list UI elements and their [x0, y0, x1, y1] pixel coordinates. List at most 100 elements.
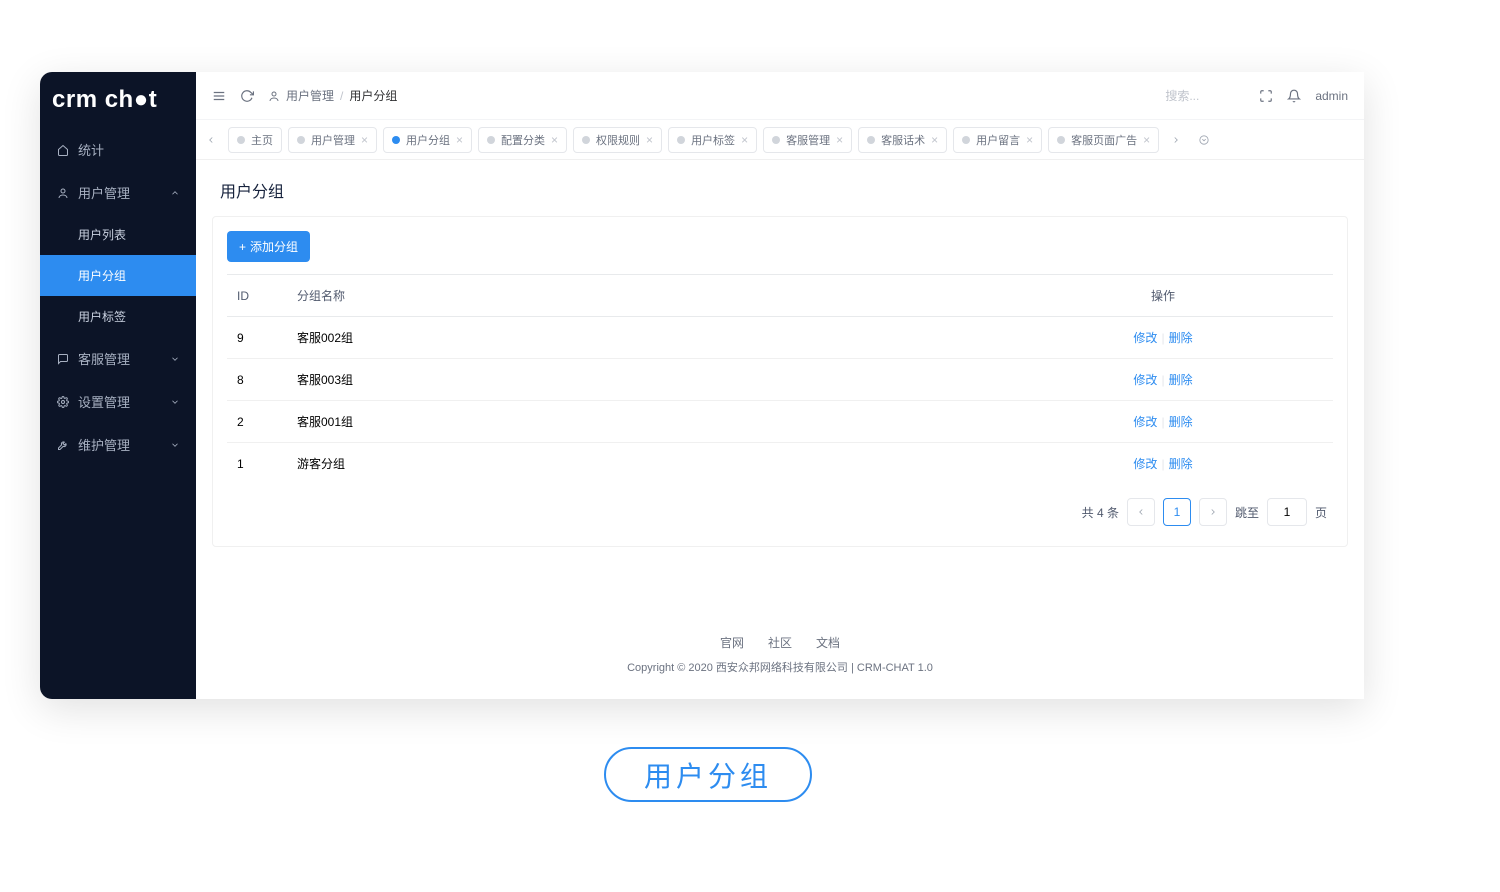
- sidebar-item-service[interactable]: 客服管理: [40, 337, 196, 380]
- pagination: 共 4 条 1 跳至 页: [227, 484, 1333, 532]
- tab-label: 用户留言: [976, 132, 1020, 148]
- tab-dot-icon: [582, 136, 590, 144]
- sidebar-item-users[interactable]: 用户管理: [40, 171, 196, 214]
- tab-close-icon[interactable]: ×: [456, 133, 463, 147]
- copyright: Copyright © 2020 西安众邦网络科技有限公司 | CRM-CHAT…: [196, 659, 1364, 675]
- breadcrumb-parent[interactable]: 用户管理: [286, 87, 334, 104]
- delete-link[interactable]: 删除: [1169, 457, 1193, 471]
- op-sep: |: [1161, 415, 1164, 429]
- sidebar-item-user-groups[interactable]: 用户分组: [40, 255, 196, 296]
- cell-name: 客服003组: [287, 359, 993, 401]
- tab-close-icon[interactable]: ×: [361, 133, 368, 147]
- sidebar-item-settings[interactable]: 设置管理: [40, 380, 196, 423]
- footer-link-community[interactable]: 社区: [768, 634, 792, 651]
- home-icon: [56, 143, 70, 157]
- fullscreen-icon[interactable]: [1259, 89, 1273, 103]
- tab-label: 用户分组: [406, 132, 450, 148]
- table-row: 9客服002组修改|删除: [227, 317, 1333, 359]
- tab-close-icon[interactable]: ×: [1143, 133, 1150, 147]
- tab-close-icon[interactable]: ×: [741, 133, 748, 147]
- chevron-down-icon: [170, 354, 180, 364]
- cell-op: 修改 | 删除: [993, 401, 1333, 443]
- tab-close-icon[interactable]: ×: [931, 133, 938, 147]
- footer-link-docs[interactable]: 文档: [816, 634, 840, 651]
- delete-link[interactable]: 删除: [1169, 415, 1193, 429]
- refresh-icon[interactable]: [240, 89, 254, 103]
- tab-close-icon[interactable]: ×: [836, 133, 843, 147]
- bell-icon[interactable]: [1287, 89, 1301, 103]
- tab-5[interactable]: 用户标签 ×: [668, 127, 757, 153]
- tab-6[interactable]: 客服管理 ×: [763, 127, 852, 153]
- sidebar-menu: 统计 用户管理 用户列表 用户分组 用户标签 客服管理: [40, 128, 196, 466]
- tab-dot-icon: [392, 136, 400, 144]
- cell-op: 修改 | 删除: [993, 317, 1333, 359]
- tab-close-icon[interactable]: ×: [646, 133, 653, 147]
- page-title: 用户分组: [196, 160, 1364, 212]
- tab-7[interactable]: 客服话术×: [858, 127, 947, 153]
- tab-dropdown-icon[interactable]: [1193, 126, 1215, 154]
- tab-label: 客服页面广告: [1071, 132, 1137, 148]
- tab-dot-icon: [1057, 136, 1065, 144]
- delete-link[interactable]: 删除: [1169, 331, 1193, 345]
- pagination-goto-input[interactable]: [1267, 498, 1307, 526]
- sidebar-item-stats[interactable]: 统计: [40, 128, 196, 171]
- tab-label: 权限规则: [596, 132, 640, 148]
- pagination-goto-label: 跳至: [1235, 504, 1259, 521]
- sidebar-item-label: 维护管理: [78, 435, 130, 454]
- footer: 官网 社区 文档 Copyright © 2020 西安众邦网络科技有限公司 |…: [196, 618, 1364, 699]
- delete-link[interactable]: 删除: [1169, 373, 1193, 387]
- footer-link-site[interactable]: 官网: [720, 634, 744, 651]
- logo: crm ch●t: [40, 72, 196, 128]
- cell-name: 客服001组: [287, 401, 993, 443]
- user-name[interactable]: admin: [1315, 89, 1348, 103]
- sidebar-item-maintenance[interactable]: 维护管理: [40, 423, 196, 466]
- tab-label: 用户标签: [691, 132, 735, 148]
- op-sep: |: [1161, 331, 1164, 345]
- tab-label: 客服管理: [786, 132, 830, 148]
- pagination-page-1[interactable]: 1: [1163, 498, 1191, 526]
- edit-link[interactable]: 修改: [1133, 373, 1157, 387]
- add-group-button[interactable]: + 添加分组: [227, 231, 310, 262]
- edit-link[interactable]: 修改: [1133, 415, 1157, 429]
- cell-op: 修改|删除: [993, 359, 1333, 401]
- pagination-next[interactable]: [1199, 498, 1227, 526]
- tab-label: 配置分类: [501, 132, 545, 148]
- tab-3[interactable]: 配置分类 ×: [478, 127, 567, 153]
- footer-links: 官网 社区 文档: [196, 634, 1364, 651]
- tab-close-icon[interactable]: ×: [1026, 133, 1033, 147]
- topbar: 用户管理 / 用户分组 admin: [196, 72, 1364, 120]
- tab-scroll-left[interactable]: [200, 126, 222, 154]
- tab-2[interactable]: 用户分组 ×: [383, 127, 472, 153]
- menu-toggle-icon[interactable]: [212, 89, 226, 103]
- tab-dot-icon: [677, 136, 685, 144]
- col-op: 操作: [993, 275, 1333, 317]
- edit-link[interactable]: 修改: [1133, 457, 1157, 471]
- pagination-prev[interactable]: [1127, 498, 1155, 526]
- pagination-total: 共 4 条: [1082, 504, 1119, 521]
- sidebar-item-user-tags[interactable]: 用户标签: [40, 296, 196, 337]
- table-row: 8客服003组修改|删除: [227, 359, 1333, 401]
- search-input[interactable]: [1165, 89, 1245, 103]
- cell-id: 8: [227, 359, 287, 401]
- tab-1[interactable]: 用户管理 ×: [288, 127, 377, 153]
- user-icon: [56, 186, 70, 200]
- tab-label: 用户管理: [311, 132, 355, 148]
- op-sep: |: [1161, 457, 1164, 471]
- tab-scroll-right[interactable]: [1165, 126, 1187, 154]
- tab-dot-icon: [237, 136, 245, 144]
- tab-close-icon[interactable]: ×: [551, 133, 558, 147]
- tab-8[interactable]: 用户留言 ×: [953, 127, 1042, 153]
- cell-name: 游客分组: [287, 443, 993, 485]
- edit-link[interactable]: 修改: [1133, 331, 1157, 345]
- table-row: 1游客分组修改|删除: [227, 443, 1333, 485]
- tab-dot-icon: [962, 136, 970, 144]
- breadcrumb-current: 用户分组: [349, 87, 397, 104]
- gear-icon: [56, 395, 70, 409]
- tab-4[interactable]: 权限规则 ×: [573, 127, 662, 153]
- cell-id: 2: [227, 401, 287, 443]
- tab-9[interactable]: 客服页面广告 ×: [1048, 127, 1159, 153]
- add-button-label: 添加分组: [250, 238, 298, 255]
- sidebar-item-user-list[interactable]: 用户列表: [40, 214, 196, 255]
- floating-tag: 用户分组: [604, 747, 812, 802]
- tab-0[interactable]: 主页: [228, 127, 282, 153]
